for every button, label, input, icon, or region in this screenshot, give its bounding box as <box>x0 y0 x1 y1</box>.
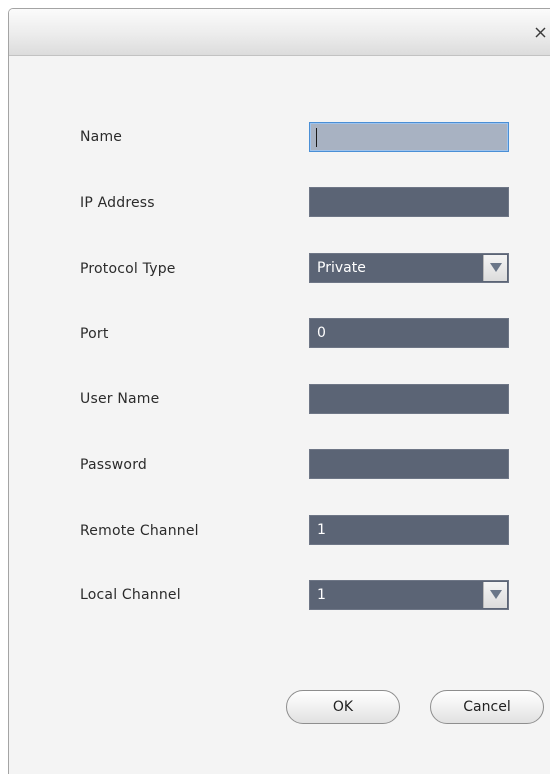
port-input[interactable]: 0 <box>309 318 509 348</box>
local-channel-value: 1 <box>317 587 326 603</box>
port-value: 0 <box>317 325 326 341</box>
remote-channel-label: Remote Channel <box>80 523 199 539</box>
local-channel-dropdown-button[interactable] <box>483 582 507 608</box>
password-label: Password <box>80 457 147 473</box>
protocol-type-dropdown-button[interactable] <box>483 255 507 281</box>
protocol-type-label: Protocol Type <box>80 261 176 277</box>
ok-button[interactable]: OK <box>286 690 400 724</box>
password-input[interactable] <box>309 449 509 479</box>
protocol-type-value: Private <box>317 260 366 276</box>
ip-address-label: IP Address <box>80 195 155 211</box>
remote-channel-input[interactable]: 1 <box>309 515 509 545</box>
remote-channel-value: 1 <box>317 522 326 538</box>
name-label: Name <box>80 129 123 145</box>
cancel-button[interactable]: Cancel <box>430 690 544 724</box>
chevron-down-icon <box>489 590 502 599</box>
ip-address-input[interactable] <box>309 187 509 217</box>
user-name-input[interactable] <box>309 384 509 414</box>
add-device-dialog: Name IP Address Protocol Type Private Po… <box>8 8 550 774</box>
text-caret <box>316 128 317 147</box>
chevron-down-icon <box>489 263 502 272</box>
close-icon <box>535 27 546 38</box>
protocol-type-select[interactable]: Private <box>309 253 509 283</box>
dialog-title-bar <box>9 9 550 56</box>
local-channel-label: Local Channel <box>80 587 181 603</box>
user-name-label: User Name <box>80 391 160 407</box>
local-channel-select[interactable]: 1 <box>309 580 509 610</box>
name-input[interactable] <box>309 122 509 152</box>
port-label: Port <box>80 326 109 342</box>
close-button[interactable] <box>532 21 550 43</box>
